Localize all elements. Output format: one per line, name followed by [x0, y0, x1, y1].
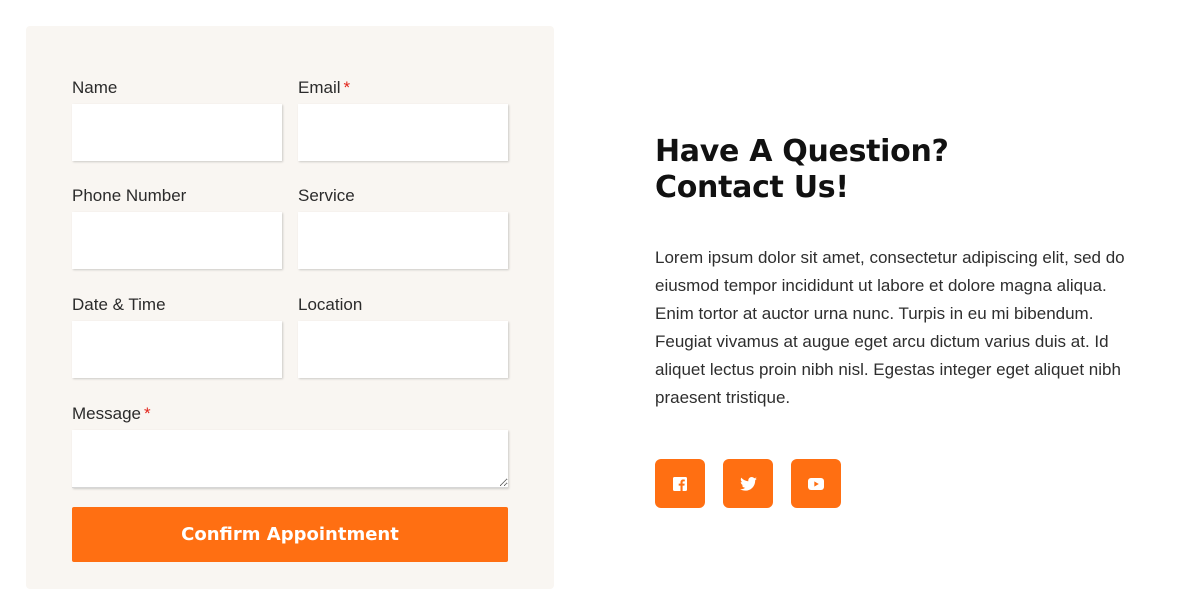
- datetime-input[interactable]: [72, 321, 282, 378]
- page-title: Have A Question? Contact Us!: [655, 134, 1155, 206]
- contact-description: Lorem ipsum dolor sit amet, consectetur …: [655, 248, 1125, 407]
- required-marker: *: [343, 78, 351, 97]
- name-input[interactable]: [72, 104, 282, 161]
- service-input[interactable]: [298, 212, 508, 269]
- phone-input[interactable]: [72, 212, 282, 269]
- name-label: Name: [72, 78, 118, 97]
- heading-line-2: Contact Us!: [655, 170, 849, 205]
- facebook-icon: [673, 476, 687, 491]
- social-links: [655, 459, 841, 508]
- required-marker: *: [143, 404, 151, 423]
- phone-field-group: Phone Number: [72, 186, 282, 269]
- service-label: Service: [298, 186, 355, 205]
- datetime-label: Date & Time: [72, 295, 166, 314]
- location-field-group: Location: [298, 295, 508, 378]
- message-textarea[interactable]: [72, 430, 508, 488]
- confirm-appointment-button[interactable]: Confirm Appointment: [72, 507, 508, 562]
- twitter-icon: [739, 476, 757, 491]
- location-label: Location: [298, 295, 363, 314]
- name-field-group: Name: [72, 78, 282, 161]
- heading-line-1: Have A Question?: [655, 134, 949, 169]
- datetime-field-group: Date & Time: [72, 295, 282, 378]
- appointment-form: Name Email * Phone Number Service Date & …: [26, 26, 554, 589]
- youtube-button[interactable]: [791, 459, 841, 508]
- email-label: Email *: [298, 78, 351, 97]
- phone-label: Phone Number: [72, 186, 187, 205]
- message-label: Message *: [72, 404, 151, 423]
- email-field-group: Email *: [298, 78, 508, 161]
- twitter-button[interactable]: [723, 459, 773, 508]
- location-input[interactable]: [298, 321, 508, 378]
- youtube-icon: [808, 477, 824, 490]
- facebook-button[interactable]: [655, 459, 705, 508]
- contact-info: Have A Question? Contact Us! Lorem ipsum…: [655, 134, 1155, 412]
- email-input[interactable]: [298, 104, 508, 161]
- message-field-group: Message *: [72, 404, 508, 488]
- service-field-group: Service: [298, 186, 508, 269]
